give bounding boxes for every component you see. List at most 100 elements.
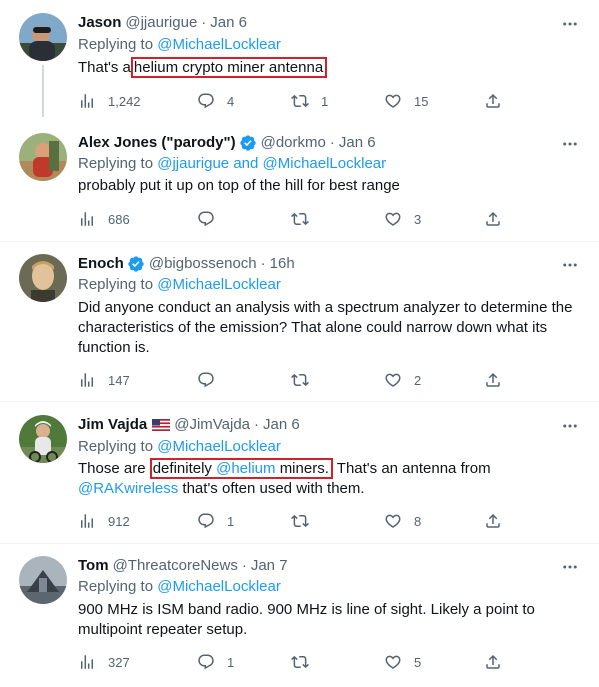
reply-count: 4 (227, 93, 235, 109)
replying-to-link[interactable]: @MichaelLocklear (157, 276, 281, 293)
like-icon (384, 371, 402, 389)
user-handle[interactable]: @dorkmo (261, 133, 326, 153)
replying-to-prefix: Replying to (78, 276, 154, 293)
reply-button[interactable] (197, 370, 215, 390)
timestamp[interactable]: Jan 6 (339, 133, 376, 153)
like-button[interactable]: 15 (384, 91, 428, 111)
more-icon[interactable] (561, 417, 579, 435)
like-button[interactable]: 2 (384, 370, 421, 390)
tweet-text-part: Those are (78, 460, 146, 477)
reply-button[interactable]: 1 (197, 511, 234, 531)
tweet-text-part: That's an antenna from (336, 460, 491, 477)
reply-icon (197, 371, 215, 389)
tweet-actions: 1,242 4 1 15 (78, 91, 508, 111)
like-icon (384, 653, 402, 671)
retweet-icon (291, 92, 309, 110)
tweet-enoch[interactable]: Enoch @bigbossenoch · 16h Replying to @M… (0, 254, 599, 394)
display-name[interactable]: Jim Vajda (78, 415, 147, 435)
avatar[interactable] (19, 254, 67, 302)
tweet-jim-vajda[interactable]: Jim Vajda @JimVajda · Jan 6 Replying to … (0, 415, 599, 540)
tweet-jason[interactable]: Jason @jjaurigue · Jan 6 Replying to @Mi… (0, 13, 599, 117)
separator-dot: · (201, 14, 207, 31)
more-icon[interactable] (561, 558, 579, 576)
views-button[interactable]: 147 (78, 370, 130, 390)
more-icon[interactable] (561, 15, 579, 33)
display-name[interactable]: Jason (78, 13, 121, 33)
views-icon (78, 512, 96, 530)
share-button[interactable] (484, 370, 502, 390)
retweet-button[interactable]: 1 (291, 91, 328, 111)
thread-line (42, 65, 44, 117)
like-count: 2 (414, 372, 422, 388)
avatar[interactable] (19, 415, 67, 463)
views-button[interactable]: 686 (78, 209, 130, 229)
reply-button[interactable]: 1 (197, 652, 234, 672)
display-name[interactable]: Enoch (78, 254, 124, 274)
user-handle[interactable]: @JimVajda (174, 415, 250, 435)
tweet-header: Jim Vajda @JimVajda · Jan 6 (78, 415, 300, 435)
share-button[interactable] (484, 209, 502, 229)
share-icon (484, 210, 502, 228)
replying-to-link[interactable]: @jjaurigue and @MichaelLocklear (157, 155, 386, 172)
share-icon (484, 653, 502, 671)
more-icon[interactable] (561, 256, 579, 274)
share-button[interactable] (484, 511, 502, 531)
replying-to-link[interactable]: @MichaelLocklear (157, 36, 281, 53)
retweet-button[interactable] (291, 209, 309, 229)
tweet-actions: 686 3 (78, 209, 508, 229)
tweet-tom[interactable]: Tom @ThreatcoreNews · Jan 7 Replying to … (0, 556, 599, 681)
replying-to-prefix: Replying to (78, 36, 154, 53)
views-button[interactable]: 912 (78, 511, 130, 531)
share-button[interactable] (484, 91, 502, 111)
more-icon[interactable] (561, 135, 579, 153)
avatar[interactable] (19, 556, 67, 604)
display-name[interactable]: Tom (78, 556, 109, 576)
retweet-button[interactable] (291, 511, 309, 531)
tweet-actions: 147 2 (78, 370, 508, 390)
us-flag-icon (152, 419, 171, 431)
retweet-icon (291, 371, 309, 389)
replying-to-link[interactable]: @MichaelLocklear (157, 438, 281, 455)
retweet-button[interactable] (291, 652, 309, 672)
separator-dot: · (260, 255, 266, 272)
separator-dot: · (329, 134, 335, 151)
timestamp[interactable]: 16h (270, 254, 295, 274)
views-button[interactable]: 327 (78, 652, 130, 672)
tweet-header: Tom @ThreatcoreNews · Jan 7 (78, 556, 288, 576)
like-icon (384, 210, 402, 228)
retweet-icon (291, 653, 309, 671)
share-button[interactable] (484, 652, 502, 672)
like-button[interactable]: 5 (384, 652, 421, 672)
reply-icon (197, 653, 215, 671)
avatar[interactable] (19, 13, 67, 61)
views-icon (78, 371, 96, 389)
like-icon (384, 512, 402, 530)
retweet-icon (291, 512, 309, 530)
tweet-header: Enoch @bigbossenoch · 16h (78, 254, 295, 274)
views-button[interactable]: 1,242 (78, 91, 141, 111)
avatar[interactable] (19, 133, 67, 181)
user-handle[interactable]: @bigbossenoch (149, 254, 257, 274)
reply-button[interactable]: 4 (197, 91, 234, 111)
replying-to-prefix: Replying to (78, 578, 154, 595)
reply-button[interactable] (197, 209, 215, 229)
tweet-actions: 327 1 5 (78, 652, 508, 672)
tweet-text: Did anyone conduct an analysis with a sp… (78, 299, 573, 356)
replying-to-link[interactable]: @MichaelLocklear (157, 578, 281, 595)
retweet-button[interactable] (291, 370, 309, 390)
share-icon (484, 371, 502, 389)
user-handle[interactable]: @jjaurigue (125, 13, 197, 33)
reply-count: 1 (227, 513, 235, 529)
mention-link[interactable]: @helium (216, 460, 275, 477)
like-button[interactable]: 3 (384, 209, 421, 229)
tweet-alex-jones[interactable]: Alex Jones ("parody") @dorkmo · Jan 6 Re… (0, 133, 599, 238)
highlighted-word: definitely (152, 460, 212, 477)
timestamp[interactable]: Jan 6 (210, 13, 247, 33)
timestamp[interactable]: Jan 7 (251, 556, 288, 576)
display-name[interactable]: Alex Jones ("parody") (78, 133, 236, 153)
user-handle[interactable]: @ThreatcoreNews (113, 556, 238, 576)
timestamp[interactable]: Jan 6 (263, 415, 300, 435)
like-button[interactable]: 8 (384, 511, 421, 531)
mention-link[interactable]: @RAKwireless (78, 480, 178, 497)
reply-icon (197, 512, 215, 530)
